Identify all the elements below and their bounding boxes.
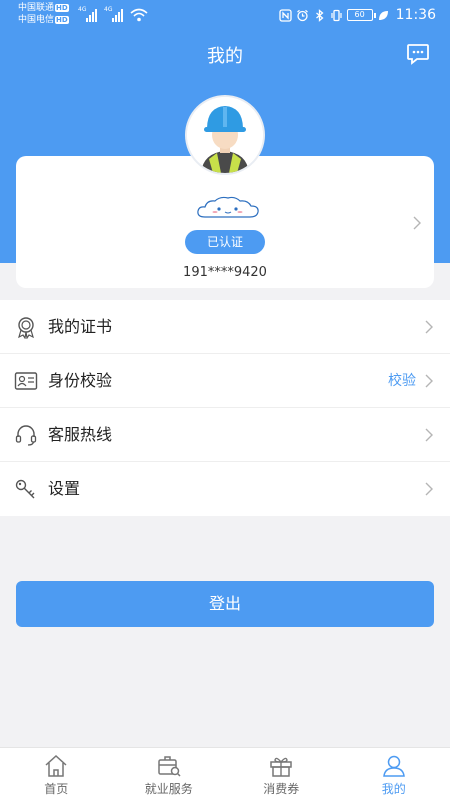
carrier-1: 中国联通 HD <box>18 3 69 14</box>
menu-item-certificates[interactable]: 我的证书 <box>0 300 450 354</box>
cloud-username-icon <box>197 196 259 218</box>
status-bar: 中国联通 HD 中国电信 HD 4G 4G 60 11:36 <box>0 0 450 32</box>
gift-icon <box>270 757 292 777</box>
tab-mine[interactable]: 我的 <box>338 748 450 800</box>
tab-home[interactable]: 首页 <box>0 748 113 800</box>
bluetooth-icon <box>315 8 324 22</box>
menu-list: 我的证书 身份校验 校验 客服热线 设置 <box>0 300 450 516</box>
network-type-2: 4G <box>104 6 113 13</box>
hd-badge-2: HD <box>55 16 69 24</box>
menu-label-certificates: 我的证书 <box>48 317 113 336</box>
battery-icon: 60 <box>346 9 376 21</box>
chevron-right-icon <box>425 374 433 388</box>
network-type-1: 4G <box>78 6 87 13</box>
chevron-right-icon <box>425 320 433 334</box>
chevron-right-icon[interactable] <box>412 215 422 231</box>
alarm-icon <box>296 9 308 21</box>
chevron-right-icon <box>425 482 433 496</box>
id-card-icon <box>14 372 38 390</box>
chevron-right-icon <box>425 428 433 442</box>
tab-label-home: 首页 <box>44 782 69 796</box>
logout-button[interactable]: 登出 <box>16 581 434 627</box>
menu-label-identity-check: 身份校验 <box>48 371 113 390</box>
page-title: 我的 <box>207 46 243 67</box>
menu-label-settings: 设置 <box>48 479 81 498</box>
hd-badge-1: HD <box>55 4 69 12</box>
signal-icon-1: 4G <box>78 6 98 22</box>
tab-employment-services[interactable]: 就业服务 <box>113 748 226 800</box>
menu-item-settings[interactable]: 设置 <box>0 462 450 516</box>
headset-icon <box>15 425 37 446</box>
verified-badge: 已认证 <box>185 230 265 254</box>
certificate-icon <box>18 317 34 339</box>
tab-bar: 首页 就业服务 消费券 我的 <box>0 747 450 800</box>
carrier-1-name: 中国联通 <box>18 3 55 13</box>
vibrate-icon <box>331 9 342 21</box>
phone-number: 191****9420 <box>183 265 267 280</box>
carrier-2-name: 中国电信 <box>18 15 55 25</box>
message-icon[interactable] <box>406 43 430 65</box>
status-right-group: 60 11:36 <box>278 6 436 24</box>
key-icon <box>15 479 35 499</box>
menu-item-identity-check[interactable]: 身份校验 校验 <box>0 354 450 408</box>
clock: 11:36 <box>395 7 436 23</box>
user-icon <box>382 755 405 777</box>
tab-label-coupons: 消费券 <box>263 782 300 796</box>
tab-coupons[interactable]: 消费券 <box>225 748 338 800</box>
tab-label-mine: 我的 <box>381 782 406 796</box>
tab-label-employment-services: 就业服务 <box>144 782 193 796</box>
avatar[interactable] <box>187 97 263 173</box>
briefcase-search-icon <box>158 756 181 777</box>
nfc-icon <box>278 8 292 22</box>
leaf-icon <box>378 10 388 20</box>
wifi-icon <box>130 8 148 22</box>
menu-value-identity-check: 校验 <box>388 373 416 389</box>
menu-item-customer-service[interactable]: 客服热线 <box>0 408 450 462</box>
signal-icon-2: 4G <box>104 6 126 22</box>
menu-label-customer-service: 客服热线 <box>48 425 113 444</box>
worker-avatar-icon <box>187 97 263 173</box>
carrier-2: 中国电信 HD <box>18 15 69 26</box>
home-icon <box>45 754 67 777</box>
